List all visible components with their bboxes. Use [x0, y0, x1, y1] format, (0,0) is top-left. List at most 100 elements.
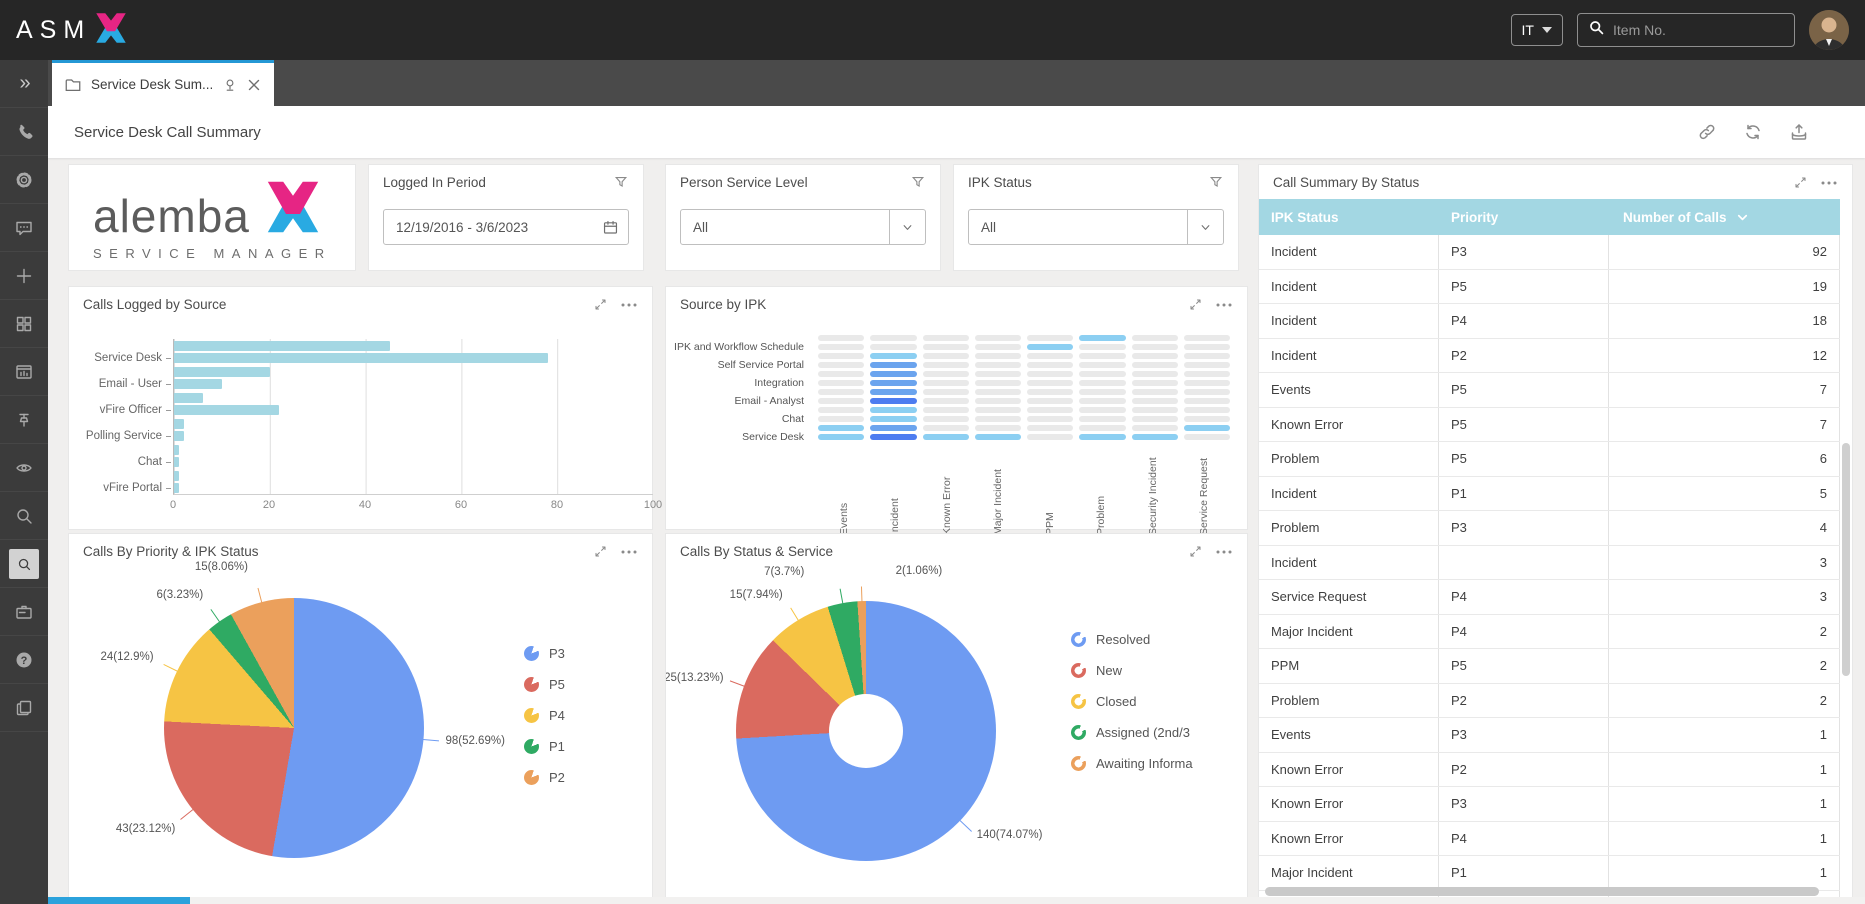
funnel-icon[interactable]	[910, 174, 926, 190]
heatmap-cell[interactable]	[1132, 389, 1178, 395]
person-service-level-select[interactable]: All	[680, 209, 926, 245]
table-row[interactable]: ProblemP34	[1259, 511, 1840, 546]
bar[interactable]	[174, 419, 184, 429]
expand-icon[interactable]	[1188, 544, 1203, 559]
heatmap-cell[interactable]	[1132, 407, 1178, 413]
heatmap-cell[interactable]	[923, 434, 969, 440]
bar[interactable]	[174, 353, 548, 363]
heatmap-cell[interactable]	[975, 425, 1021, 431]
heatmap-cell[interactable]	[1132, 416, 1178, 422]
sidebar-item-copy[interactable]	[0, 684, 48, 732]
tab-service-desk-summary[interactable]: Service Desk Sum...	[52, 60, 274, 106]
heatmap-cell[interactable]	[975, 434, 1021, 440]
heatmap-cell[interactable]	[1027, 407, 1073, 413]
table-row[interactable]: Major IncidentP11	[1259, 856, 1840, 891]
more-options-icon[interactable]	[620, 295, 638, 313]
table-row[interactable]: ProblemP56	[1259, 442, 1840, 477]
heatmap-cell[interactable]	[1184, 371, 1230, 377]
table-row[interactable]: Known ErrorP31	[1259, 787, 1840, 822]
heatmap-cell[interactable]	[975, 353, 1021, 359]
column-header[interactable]: Priority	[1439, 199, 1609, 235]
bar[interactable]	[174, 471, 179, 481]
sidebar-item-help[interactable]: ?	[0, 636, 48, 684]
sidebar-item-search[interactable]	[0, 492, 48, 540]
heatmap-cell[interactable]	[870, 380, 916, 386]
heatmap-cell[interactable]	[975, 398, 1021, 404]
table-vertical-scrollbar[interactable]	[1842, 237, 1850, 882]
more-options-icon[interactable]	[1215, 542, 1233, 560]
table-row[interactable]: Known ErrorP21	[1259, 753, 1840, 788]
heatmap-cell[interactable]	[1184, 425, 1230, 431]
heatmap-cell[interactable]	[923, 335, 969, 341]
heatmap-cell[interactable]	[818, 389, 864, 395]
heatmap-cell[interactable]	[818, 416, 864, 422]
legend-item[interactable]: Assigned (2nd/3	[1071, 717, 1247, 748]
heatmap-cell[interactable]	[1184, 362, 1230, 368]
table-row[interactable]: Service RequestP43	[1259, 580, 1840, 615]
heatmap-cell[interactable]	[923, 389, 969, 395]
heatmap-cell[interactable]	[870, 371, 916, 377]
heatmap-cell[interactable]	[870, 335, 916, 341]
heatmap-cell[interactable]	[1132, 353, 1178, 359]
table-row[interactable]: Known ErrorP41	[1259, 822, 1840, 857]
table-row[interactable]: ProblemP22	[1259, 684, 1840, 719]
bar-chart-plot[interactable]: Service DeskEmail - UservFire OfficerPol…	[173, 339, 653, 495]
heatmap-cell[interactable]	[1132, 344, 1178, 350]
bar[interactable]	[174, 405, 279, 415]
bar[interactable]	[174, 483, 179, 493]
table-row[interactable]: IncidentP392	[1259, 235, 1840, 270]
sidebar-item-phone[interactable]	[0, 108, 48, 156]
heatmap-cell[interactable]	[975, 416, 1021, 422]
date-range-input[interactable]: 12/19/2016 - 3/6/2023	[383, 209, 629, 245]
link-icon[interactable]	[1697, 122, 1717, 142]
legend-item[interactable]: New	[1071, 655, 1247, 686]
heatmap-cell[interactable]	[1027, 362, 1073, 368]
heatmap-cell[interactable]	[923, 344, 969, 350]
heatmap-cell[interactable]	[975, 407, 1021, 413]
bar[interactable]	[174, 341, 390, 351]
expand-icon[interactable]	[1188, 297, 1203, 312]
heatmap-cell[interactable]	[1184, 344, 1230, 350]
heatmap-cell[interactable]	[1027, 434, 1073, 440]
heatmap-cell[interactable]	[818, 407, 864, 413]
heatmap-cell[interactable]	[923, 353, 969, 359]
table-row[interactable]: Incident3	[1259, 546, 1840, 581]
heatmap-cell[interactable]	[1027, 389, 1073, 395]
heatmap-cell[interactable]	[1132, 362, 1178, 368]
funnel-icon[interactable]	[613, 174, 629, 190]
heatmap-cell[interactable]	[870, 407, 916, 413]
heatmap-cell[interactable]	[818, 344, 864, 350]
sidebar-item-chat[interactable]	[0, 204, 48, 252]
heatmap-cell[interactable]	[1132, 425, 1178, 431]
heatmap-cell[interactable]	[818, 335, 864, 341]
asm-logo[interactable]: ASM	[16, 11, 129, 50]
heatmap-cell[interactable]	[1184, 407, 1230, 413]
legend-item[interactable]: Awaiting Informa	[1071, 748, 1247, 779]
table-horizontal-scrollbar[interactable]	[1265, 887, 1836, 896]
heatmap-cell[interactable]	[1079, 380, 1125, 386]
legend-item[interactable]: Resolved	[1071, 624, 1247, 655]
heatmap-cell[interactable]	[818, 362, 864, 368]
heatmap-cell[interactable]	[1184, 398, 1230, 404]
pie-chart[interactable]	[164, 598, 424, 858]
ipk-status-select[interactable]: All	[968, 209, 1224, 245]
heatmap-cell[interactable]	[870, 353, 916, 359]
heatmap-cell[interactable]	[1184, 353, 1230, 359]
table-row[interactable]: Major IncidentP42	[1259, 615, 1840, 650]
legend-item[interactable]: P1	[524, 731, 565, 762]
sidebar-item-dashboard[interactable]	[0, 348, 48, 396]
heatmap-cell[interactable]	[1132, 335, 1178, 341]
heatmap-cell[interactable]	[923, 380, 969, 386]
heatmap-cell[interactable]	[923, 416, 969, 422]
legend-item[interactable]: Closed	[1071, 686, 1247, 717]
heatmap-cell[interactable]	[1132, 434, 1178, 440]
heatmap-cell[interactable]	[923, 425, 969, 431]
heatmap-cell[interactable]	[818, 398, 864, 404]
bar[interactable]	[174, 445, 179, 455]
table-row[interactable]: IncidentP519	[1259, 270, 1840, 305]
heatmap-cell[interactable]	[975, 335, 1021, 341]
heatmap-cell[interactable]	[1079, 335, 1125, 341]
legend-item[interactable]: P2	[524, 762, 565, 793]
heatmap-cell[interactable]	[1027, 398, 1073, 404]
global-search-input[interactable]: Item No.	[1577, 13, 1795, 47]
